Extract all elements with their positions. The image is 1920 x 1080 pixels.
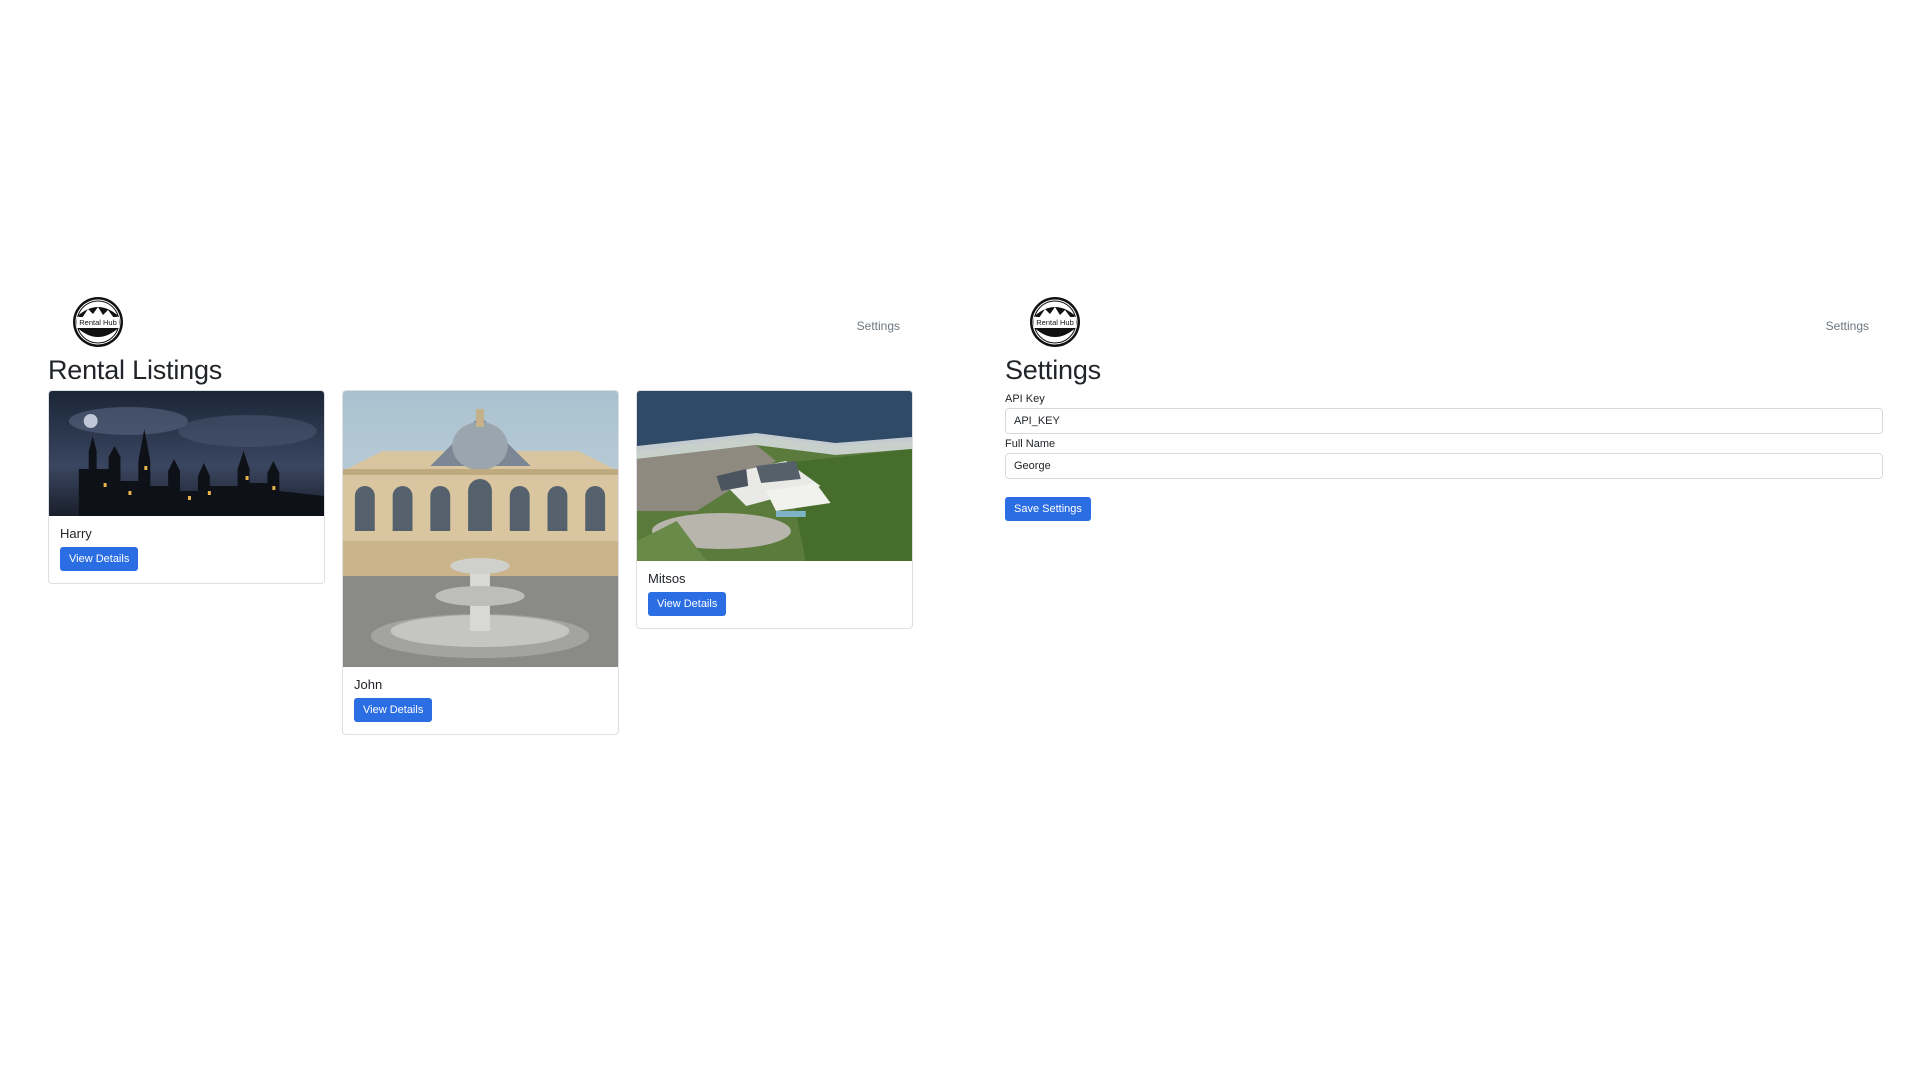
navbar: Rental Hub Settings bbox=[48, 294, 914, 352]
view-details-button[interactable]: View Details bbox=[354, 698, 433, 722]
listings-page: Rental Hub Settings Rental Listings Harr… bbox=[48, 294, 914, 750]
page-title: Settings bbox=[1005, 355, 1101, 385]
listing-title: John bbox=[354, 677, 383, 692]
settings-form: API Key Full Name Save Settings bbox=[1005, 393, 1883, 521]
settings-page: Rental Hub Settings Settings API Key Ful… bbox=[1005, 294, 1883, 521]
listing-image-mansion bbox=[637, 391, 912, 561]
rental-hub-logo[interactable]: Rental Hub bbox=[72, 296, 124, 348]
rental-hub-logo[interactable]: Rental Hub bbox=[1029, 296, 1081, 348]
listing-title: Mitsos bbox=[648, 571, 686, 586]
nav-settings-link[interactable]: Settings bbox=[1826, 319, 1869, 333]
logo-text: Rental Hub bbox=[79, 318, 117, 327]
listing-image-castle bbox=[49, 391, 324, 516]
listing-card: Harry View Details bbox=[48, 390, 325, 584]
save-settings-button[interactable]: Save Settings bbox=[1005, 497, 1091, 521]
view-details-button[interactable]: View Details bbox=[60, 547, 139, 571]
api-key-label: API Key bbox=[1005, 393, 1045, 405]
listing-title: Harry bbox=[60, 526, 92, 541]
listing-card: John View Details bbox=[342, 390, 619, 735]
full-name-input[interactable] bbox=[1005, 453, 1883, 479]
listing-image-palace bbox=[343, 391, 618, 667]
logo-text: Rental Hub bbox=[1036, 318, 1074, 327]
full-name-label: Full Name bbox=[1005, 438, 1056, 450]
view-details-button[interactable]: View Details bbox=[648, 592, 727, 616]
listing-grid: Harry View Details John View Details Mit… bbox=[48, 390, 914, 750]
page-title: Rental Listings bbox=[48, 355, 223, 385]
listing-card: Mitsos View Details bbox=[636, 390, 913, 629]
api-key-input[interactable] bbox=[1005, 408, 1883, 434]
navbar: Rental Hub Settings bbox=[1005, 294, 1883, 352]
nav-settings-link[interactable]: Settings bbox=[857, 319, 900, 333]
